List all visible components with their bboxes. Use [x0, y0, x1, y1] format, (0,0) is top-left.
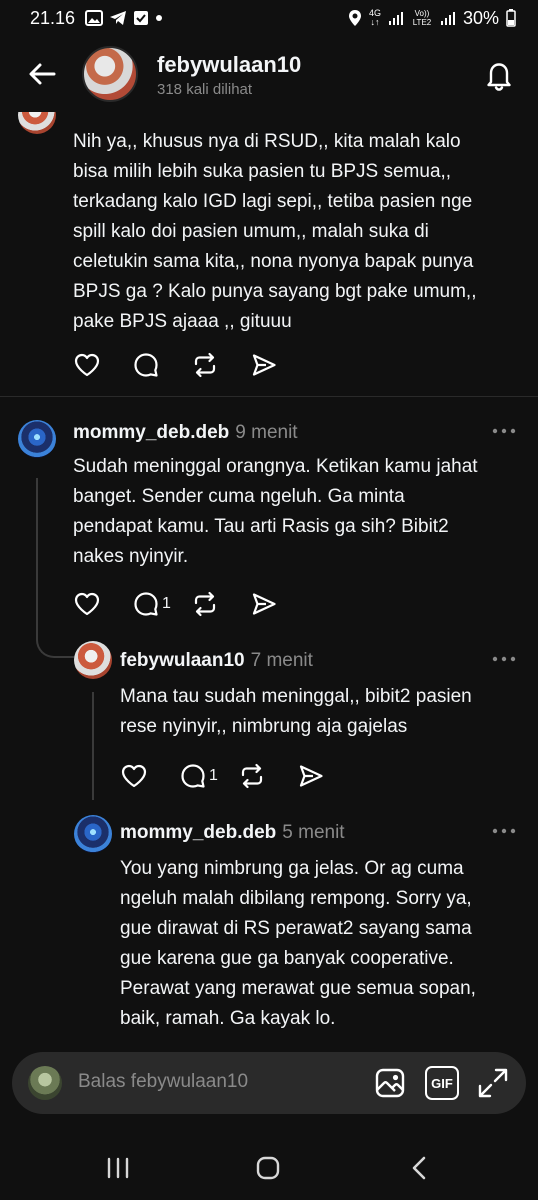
expand-icon[interactable]: [476, 1066, 510, 1100]
checkbox-notification-icon: [134, 11, 149, 25]
heart-icon[interactable]: [73, 351, 101, 379]
post-actions: 1: [120, 762, 356, 790]
back-nav-icon[interactable]: [406, 1154, 434, 1182]
reply-count: 1: [162, 595, 171, 612]
post-text: You yang nimbrung ga jelas. Or ag cuma n…: [120, 858, 476, 1029]
thread-line: [92, 692, 94, 800]
thread-header: febywulaan10 318 kali dilihat: [0, 36, 538, 112]
more-dots-icon[interactable]: [492, 428, 516, 434]
post-username[interactable]: febywulaan10 7 menit: [120, 650, 313, 672]
signal-icon: [388, 12, 403, 25]
gif-icon[interactable]: GIF: [425, 1066, 459, 1100]
post-text: Mana tau sudah meninggal,, bibit2 pasien…: [120, 686, 472, 737]
post-avatar[interactable]: [74, 641, 112, 679]
comment-icon[interactable]: [132, 590, 160, 618]
repost-icon[interactable]: [191, 351, 219, 379]
telegram-icon: [110, 11, 127, 25]
send-icon[interactable]: [250, 590, 278, 618]
reply-bar[interactable]: Balas febywulaan10 GIF: [12, 1052, 526, 1114]
post-username[interactable]: mommy_deb.deb 9 menit: [73, 422, 298, 444]
send-icon[interactable]: [250, 351, 278, 379]
reply-input[interactable]: Balas febywulaan10: [78, 1071, 248, 1093]
post-time: 5 menit: [282, 822, 345, 843]
reply-count: 1: [209, 767, 218, 784]
battery-percent: 30%: [462, 7, 499, 28]
thread-line: [36, 478, 74, 658]
post-text: Nih ya,, khusus nya di RSUD,, kita malah…: [73, 131, 477, 332]
post-actions: [73, 351, 309, 379]
header-username[interactable]: febywulaan10: [157, 52, 301, 78]
gallery-notification-icon: [85, 10, 104, 26]
signal-2-icon: [440, 12, 455, 25]
bell-icon[interactable]: [482, 58, 516, 92]
post-actions: 1: [73, 590, 309, 618]
status-time: 21.16: [30, 7, 76, 28]
status-bar: 21.16 4G ↓↑ Vo)) LTE2 30%: [0, 0, 538, 36]
comment-icon[interactable]: [179, 762, 207, 790]
dot-icon: [156, 15, 163, 21]
comment-icon[interactable]: [132, 351, 160, 379]
view-count: 318 kali dilihat: [157, 81, 253, 98]
heart-icon[interactable]: [120, 762, 148, 790]
repost-icon[interactable]: [191, 590, 219, 618]
heart-icon[interactable]: [73, 590, 101, 618]
send-icon[interactable]: [297, 762, 325, 790]
arrow-left-icon[interactable]: [26, 58, 58, 90]
gif-label: GIF: [431, 1075, 453, 1091]
location-icon: [348, 10, 361, 26]
home-icon[interactable]: [254, 1154, 282, 1182]
post-time: 9 menit: [235, 422, 298, 443]
recent-apps-icon[interactable]: [104, 1154, 132, 1182]
post-time: 7 menit: [250, 650, 313, 671]
post-avatar[interactable]: [74, 815, 112, 853]
post-username[interactable]: mommy_deb.deb 5 menit: [120, 822, 345, 844]
network-type: 4G ↓↑: [368, 8, 381, 27]
system-nav-bar: [0, 1134, 538, 1200]
battery-icon: [506, 9, 516, 27]
divider: [0, 396, 538, 397]
reply-avatar: [28, 1066, 62, 1100]
image-icon[interactable]: [373, 1066, 407, 1100]
more-dots-icon[interactable]: [492, 656, 516, 662]
more-dots-icon[interactable]: [492, 828, 516, 834]
header-avatar[interactable]: [82, 46, 138, 102]
post-text: Sudah meninggal orangnya. Ketikan kamu j…: [73, 456, 478, 567]
post-avatar[interactable]: [18, 420, 56, 458]
volte-label: Vo)) LTE2: [412, 9, 432, 27]
repost-icon[interactable]: [238, 762, 266, 790]
